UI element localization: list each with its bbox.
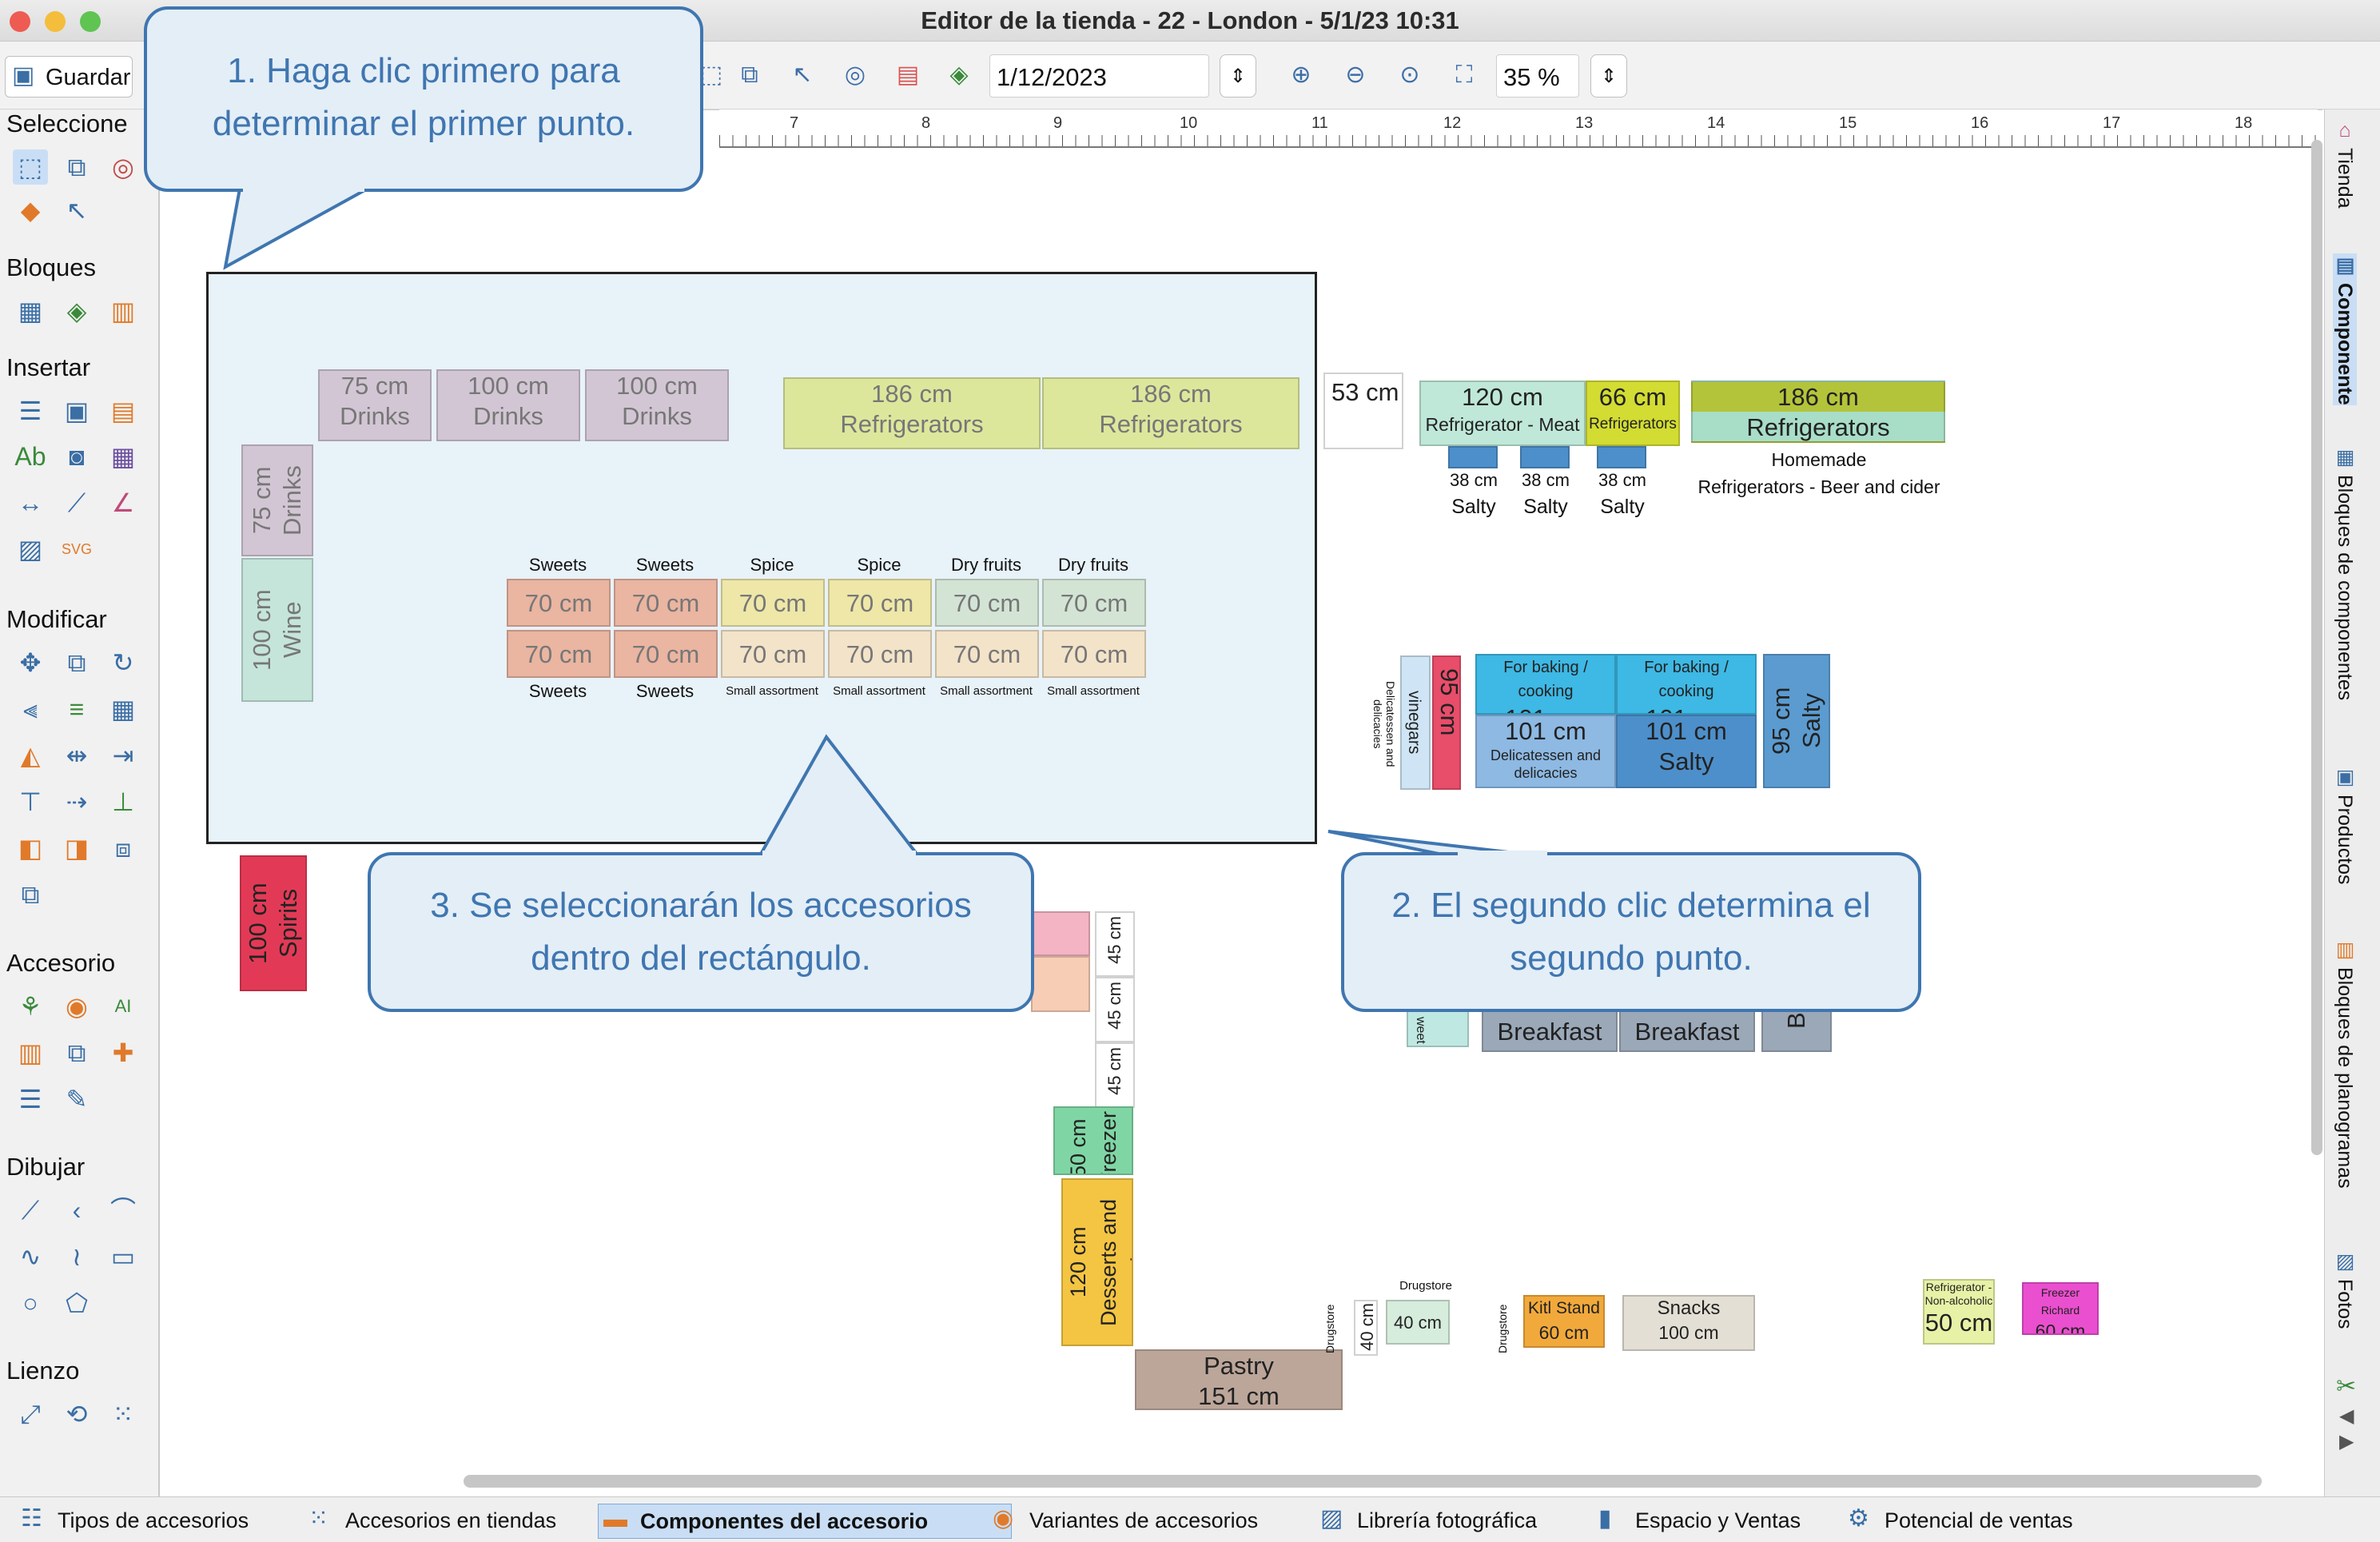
variants-icon: ◉ [993,1505,1014,1532]
tab-component[interactable]: ▤Componente [2333,253,2357,405]
store-icon: ⌂ [2334,119,2356,141]
tab-accessory-variants[interactable]: ◉ Variantes de accesorios [988,1504,1258,1537]
tab-space-sales[interactable]: ▮ Espacio y Ventas [1594,1504,1801,1537]
callout-1-pointer [223,187,368,270]
callout-first-click: 1. Haga clic primero para determinar el … [144,6,703,192]
component-icon: ▬ [603,1506,627,1532]
products-icon: ▣ [2334,765,2356,788]
callout-3-pointer [756,734,923,859]
tools-icon[interactable]: ✂ [2336,1373,2356,1401]
tab-accessory-types[interactable]: ☷ Tipos de accesorios [16,1504,249,1537]
pointer-join-2 [1458,851,1547,860]
list-icon: ☷ [21,1505,42,1532]
tab-accessory-components[interactable]: ▬ Componentes del accesorio [598,1504,1012,1539]
planogram-blocks-icon: ▥ [2334,938,2356,961]
tab-accessories-in-stores[interactable]: ⁙ Accesorios en tiendas [304,1504,556,1537]
vertical-scrollbar[interactable] [2311,140,2322,1155]
bottom-tab-bar: ☷ Tipos de accesorios ⁙ Accesorios en tien… [0,1496,2380,1542]
tab-sales-potential[interactable]: ⚙ Potencial de ventas [1843,1504,2073,1537]
tab-photo-library[interactable]: ▨ Librería fotográfica [1315,1504,1537,1537]
arrow-down-icon[interactable]: ▶ [2339,1430,2354,1453]
photos-icon: ▨ [2334,1249,2356,1273]
gear-icon: ⚙ [1848,1505,1869,1532]
horizontal-scrollbar[interactable] [464,1475,2262,1488]
photo-icon: ▨ [1320,1505,1343,1532]
callout-second-click: 2. El segundo clic determina el segundo … [1341,852,1921,1012]
tab-component-blocks[interactable]: ▦Bloques de componentes [2333,445,2357,700]
right-side-panel: ⌂Tienda ▤Componente ▦Bloques de componen… [2324,110,2380,1496]
component-blocks-icon: ▦ [2334,445,2356,468]
tab-products[interactable]: ▣Productos [2333,765,2357,885]
callout-pointers [223,187,1551,859]
bar-chart-icon: ▮ [1598,1505,1612,1532]
pointer-join-1 [243,182,364,192]
component-icon: ▤ [2334,253,2356,277]
grid-icon: ⁙ [308,1505,329,1532]
arrow-up-icon[interactable]: ◀ [2339,1405,2354,1428]
tab-planogram-blocks[interactable]: ▥Bloques de planogramas [2333,938,2357,1189]
tab-photos[interactable]: ▨Fotos [2333,1249,2357,1329]
tab-store[interactable]: ⌂Tienda [2333,119,2356,209]
callout-selection: 3. Se seleccionarán los accesorios dentr… [368,852,1034,1012]
pointer-join-3 [762,851,916,860]
